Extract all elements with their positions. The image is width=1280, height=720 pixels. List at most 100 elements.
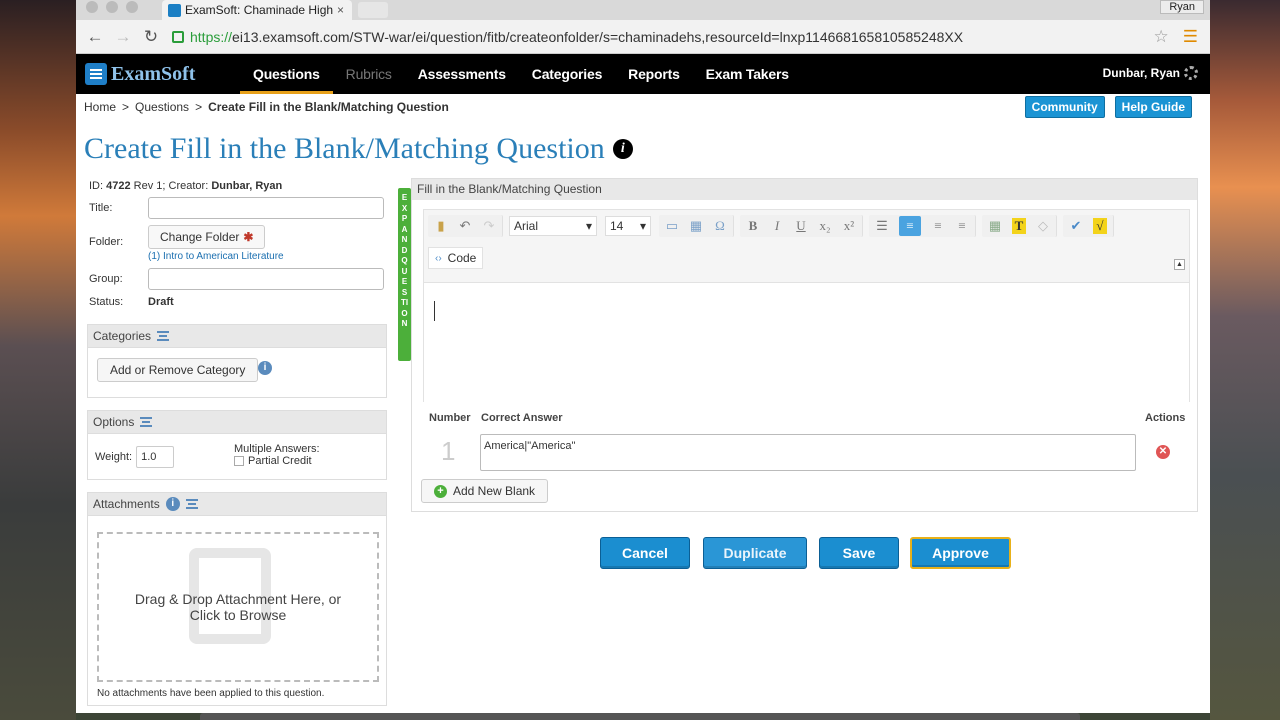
image-icon[interactable]: ▭ [665, 218, 679, 234]
superscript-icon[interactable]: x² [842, 218, 856, 234]
partial-credit-checkbox[interactable] [234, 456, 244, 467]
gear-icon[interactable] [1184, 66, 1198, 80]
attachments-empty-text: No attachments have been applied to this… [97, 688, 325, 699]
categories-header: Categories [88, 325, 386, 348]
editor-panel-title: Fill in the Blank/Matching Question [412, 179, 1197, 200]
nav-reports[interactable]: Reports [615, 54, 693, 94]
breadcrumb-current: Create Fill in the Blank/Matching Questi… [208, 100, 449, 114]
subscript-icon[interactable]: x₂ [818, 218, 832, 234]
user-menu[interactable]: Dunbar, Ryan [1103, 66, 1198, 80]
folder-label: Folder: [89, 236, 124, 248]
duplicate-button[interactable]: Duplicate [703, 537, 807, 569]
weight-row: Weight: 1.0 [95, 446, 175, 468]
help-guide-button[interactable]: Help Guide [1114, 96, 1192, 118]
nav-categories[interactable]: Categories [519, 54, 615, 94]
save-button[interactable]: Save [819, 537, 899, 569]
community-button[interactable]: Community [1024, 96, 1105, 118]
font-family-select[interactable]: Arial ▾ [509, 216, 597, 236]
nav-assessments[interactable]: Assessments [405, 54, 519, 94]
actions-column-header: Actions [1145, 412, 1186, 424]
collapse-icon[interactable] [157, 331, 170, 341]
browser-menu-icon[interactable]: ☰ [1183, 27, 1198, 47]
approve-button[interactable]: Approve [910, 537, 1011, 569]
group-input[interactable] [148, 268, 384, 290]
equation-icon[interactable]: √ [1093, 218, 1107, 234]
format-group: B I U x₂ x² [740, 215, 863, 237]
align-right-icon[interactable]: ≡ [955, 218, 969, 234]
question-text-area[interactable] [424, 282, 1189, 402]
bold-icon[interactable]: B [746, 218, 760, 234]
redo-icon[interactable]: ↷ [482, 218, 496, 234]
folder-link[interactable]: (1) Intro to American Literature [148, 251, 284, 262]
categories-panel: Categories Add or Remove Category i [87, 324, 387, 398]
collapse-icon[interactable] [140, 417, 153, 427]
add-remove-category-button[interactable]: Add or Remove Category [97, 358, 259, 382]
info-icon[interactable]: i [612, 139, 633, 159]
font-size-select[interactable]: 14 ▾ [605, 216, 651, 236]
highlight-grid-icon[interactable]: ▦ [988, 218, 1002, 234]
align-left-icon[interactable]: ≡ [899, 216, 921, 236]
url-field[interactable]: https:// ei13.examsoft.com/STW-war/ei/qu… [172, 25, 1154, 49]
nav-rubrics[interactable]: Rubrics [333, 54, 405, 94]
underline-icon[interactable]: U [794, 218, 808, 234]
logo-text: ExamSoft [111, 62, 196, 85]
browser-tab[interactable]: ExamSoft: Chaminade High × [162, 0, 352, 20]
font-size-value: 14 [610, 219, 624, 233]
close-window-button[interactable] [86, 1, 98, 13]
attachments-title: Attachments [93, 497, 160, 511]
omega-icon[interactable]: Ω [713, 218, 727, 234]
change-folder-button[interactable]: Change Folder ✱ [148, 225, 266, 249]
breadcrumb-questions[interactable]: Questions [135, 100, 189, 114]
chevron-down-icon: ▾ [585, 219, 592, 233]
table-icon[interactable]: ▦ [689, 218, 703, 234]
creator-name: Dunbar, Ryan [211, 180, 283, 192]
collapse-toolbar-icon[interactable]: ▲ [1174, 259, 1185, 270]
examsoft-logo[interactable]: ExamSoft [76, 54, 240, 94]
italic-icon[interactable]: I [770, 218, 784, 234]
back-icon[interactable]: ← [84, 27, 106, 47]
title-row: Title: [89, 197, 384, 219]
help-buttons: Community Help Guide [1024, 96, 1192, 118]
text-color-icon[interactable]: T [1012, 218, 1026, 234]
categories-info-icon[interactable]: i [258, 361, 272, 375]
creator-label: ; Creator: [162, 180, 209, 192]
attachments-panel: Attachments i Drag & Drop Attachment Her… [87, 492, 387, 706]
undo-icon[interactable]: ↶ [458, 218, 472, 234]
tab-close-icon[interactable]: × [337, 3, 344, 17]
minimize-window-button[interactable] [106, 1, 118, 13]
spellcheck-icon[interactable]: ✔ [1069, 218, 1083, 234]
code-button[interactable]: ‹› Code [428, 247, 484, 269]
change-folder-label: Change Folder [160, 230, 240, 244]
eraser-icon[interactable]: ◇ [1036, 218, 1050, 234]
zoom-window-button[interactable] [126, 1, 138, 13]
nav-questions[interactable]: Questions [240, 54, 333, 94]
list-icon[interactable]: ☰ [875, 218, 889, 234]
delete-blank-icon[interactable]: ✕ [1156, 445, 1170, 459]
expand-question-button[interactable]: EXPAND QUESTION [398, 188, 411, 361]
attachment-dropzone[interactable]: Drag & Drop Attachment Here, or Click to… [97, 532, 379, 682]
rich-text-editor: ▮ ↶ ↷ Arial ▾ 14 ▾ ▭ ▦ Ω B I U x₂ x² ☰ ≡… [423, 209, 1190, 402]
collapse-icon[interactable] [185, 499, 198, 509]
reload-icon[interactable]: ↻ [140, 27, 162, 47]
new-tab-button[interactable] [358, 2, 388, 18]
editor-toolbar: ▮ ↶ ↷ Arial ▾ 14 ▾ ▭ ▦ Ω B I U x₂ x² ☰ ≡… [424, 210, 1189, 237]
code-label: Code [447, 251, 477, 265]
paste-icon[interactable]: ▮ [434, 218, 448, 234]
options-panel: Options Weight: 1.0 Multiple Answers: Pa… [87, 410, 387, 480]
weight-input[interactable]: 1.0 [136, 446, 175, 468]
title-input[interactable] [148, 197, 384, 219]
cancel-button[interactable]: Cancel [600, 537, 690, 569]
code-icon: ‹› [435, 252, 442, 264]
correct-answer-input[interactable]: America|"America" [480, 434, 1136, 471]
breadcrumb-home[interactable]: Home [84, 100, 116, 114]
options-header: Options [88, 411, 386, 434]
nav-exam-takers[interactable]: Exam Takers [693, 54, 802, 94]
browser-profile-button[interactable]: Ryan [1160, 0, 1204, 14]
attachments-info-icon[interactable]: i [165, 497, 180, 511]
forward-icon[interactable]: → [112, 27, 134, 47]
id-label: ID: [89, 180, 104, 192]
bookmark-star-icon[interactable]: ☆ [1154, 27, 1169, 47]
align-center-icon[interactable]: ≡ [931, 218, 945, 234]
add-new-blank-button[interactable]: + Add New Blank [421, 479, 549, 503]
question-meta: ID: 4722 Rev 1; Creator: Dunbar, Ryan [89, 180, 282, 192]
